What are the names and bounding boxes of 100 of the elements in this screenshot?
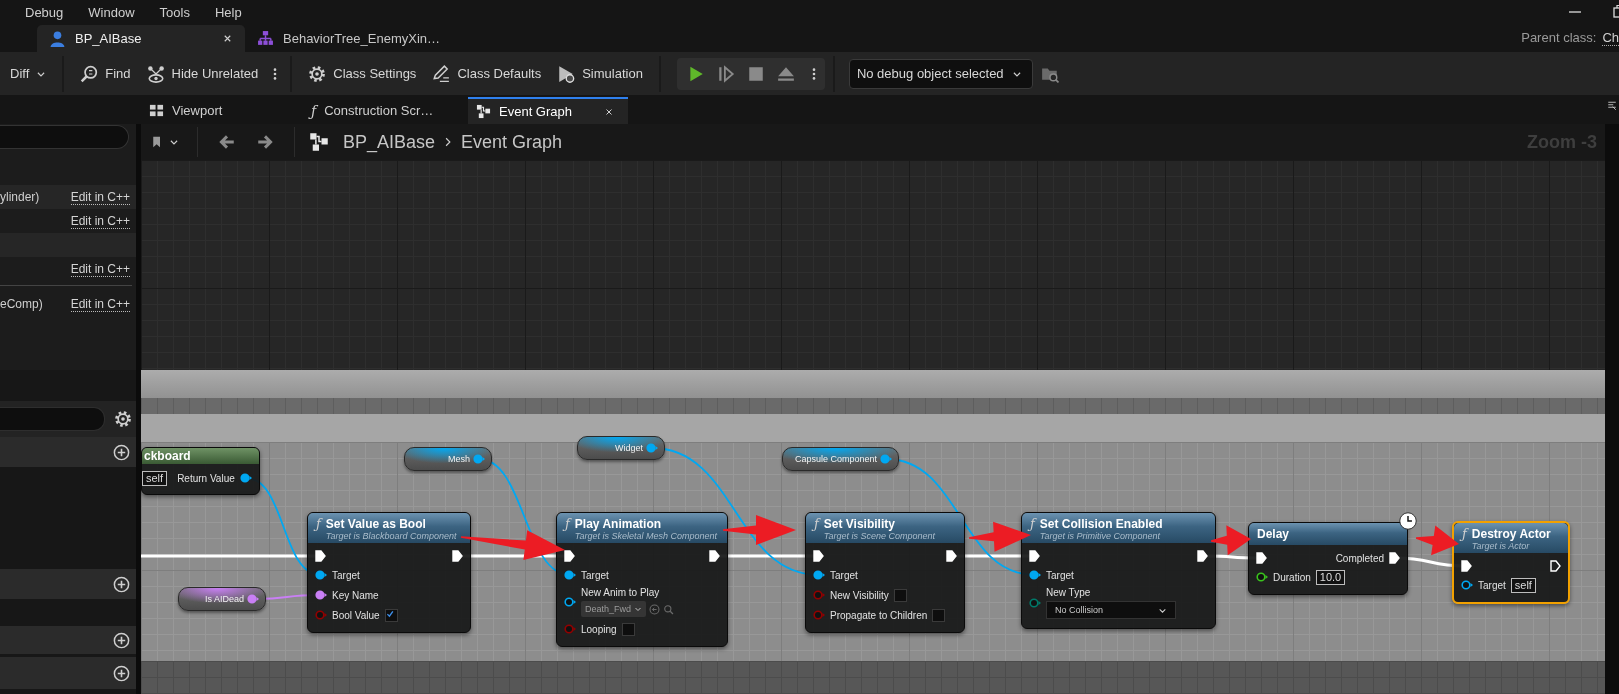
exec-pin-icon[interactable] [1550,560,1561,572]
node-eye-icon [146,64,165,83]
search-field[interactable] [0,125,129,149]
graph-node[interactable]: ƒ Destroy Actor Target is Actor Target self [1452,521,1570,604]
exec-pin-icon[interactable] [315,550,326,562]
value-field[interactable]: self [1510,577,1536,593]
add-icon[interactable] [113,575,130,593]
variable-node[interactable]: Is AIDead [178,587,266,611]
edit-link[interactable]: Edit in C++ [70,213,130,229]
graph-tab[interactable]: ƒ Construction Scr… [303,97,463,124]
menu-item[interactable]: Tools [159,4,190,20]
add-icon[interactable] [113,443,130,461]
annotation-arrow [1211,525,1251,556]
exec-pin-icon[interactable] [1389,552,1400,564]
node-title: Play Animation [574,516,663,531]
caret-icon[interactable] [169,137,179,147]
pin-label: Target [1478,579,1506,591]
pin-icon[interactable] [1461,580,1473,590]
document-tab[interactable]: BehaviorTree_EnemyXin… [245,25,449,52]
toolbar-button[interactable]: Class Settings [300,58,425,89]
forward-arrow-icon[interactable] [256,133,274,151]
menu-item[interactable]: Debug [25,4,64,20]
variable-node[interactable]: Mesh [404,447,492,471]
node-title: Set Collision Enabled [1039,516,1164,531]
use-selected-icon[interactable] [649,603,661,615]
pin-label: Target [581,569,609,581]
graph-node[interactable]: ckboard self Return Value [141,447,260,495]
pin-icon[interactable] [564,570,576,580]
asset-dropdown[interactable]: Death_Fwd [581,601,647,617]
edit-link[interactable]: Edit in C++ [70,261,130,277]
exec-pin-icon[interactable] [1029,550,1040,562]
person-icon [49,30,66,47]
pin-icon[interactable] [315,570,327,580]
graph-node[interactable]: ƒ Play Animation Target is Skeletal Mesh Component Target New Anim to Play Death_Fwd Looping [556,512,728,647]
dropdown[interactable]: No Collision [1046,601,1176,619]
back-arrow-icon[interactable] [218,133,236,151]
toolbar-button[interactable]: Diff [0,58,55,89]
graph-node[interactable]: ƒ Set Value as Bool Target is Blackboard Component Target Key Name Bool Value [307,512,471,633]
pin-icon[interactable] [813,570,825,580]
bookmark-icon[interactable] [151,134,163,150]
exec-pin-icon[interactable] [452,550,463,562]
breadcrumb-item[interactable]: Event Graph [461,131,563,153]
pin-icon[interactable] [315,590,327,600]
node-graph-icon [476,104,491,119]
toolbar-button[interactable]: Simulation [549,58,651,89]
variable-node[interactable]: Widget [577,436,665,460]
variable-label: Is AIDead [204,594,244,604]
menu-item[interactable]: Help [214,4,242,20]
pin-icon[interactable] [564,597,576,607]
graph-tab[interactable]: Event Graph [468,97,628,124]
restore-icon[interactable] [1612,4,1619,20]
parent-class-link[interactable]: Ch [1602,30,1619,46]
toolbar-button[interactable]: Hide Unrelated [138,58,267,89]
checkbox[interactable] [621,622,635,636]
value-field[interactable]: 10.0 [1315,569,1346,585]
add-icon[interactable] [113,631,130,649]
pin-icon[interactable] [1256,572,1268,582]
pin-icon[interactable] [1029,570,1041,580]
toolbar-button[interactable]: Find [72,58,139,89]
add-icon[interactable] [113,664,130,682]
close-icon[interactable] [604,106,614,117]
node-title: Set Visibility [823,516,896,531]
exec-pin-icon[interactable] [1197,550,1208,562]
exec-pin-icon[interactable] [709,550,720,562]
checkbox[interactable] [893,588,907,602]
pin-icon[interactable] [239,473,252,483]
node-graph-icon [309,132,329,152]
document-tab[interactable]: BP_AIBase [37,25,245,52]
pin-label: Looping [581,623,617,635]
variable-node[interactable]: Capsule Component [782,447,900,471]
graph-node[interactable]: ƒ Set Visibility Target is Scene Component Target New Visibility Propagate to Children [805,512,965,633]
value-field[interactable]: self [142,470,168,486]
debug-object-dropdown[interactable]: No debug object selected [848,58,1033,89]
graph-tab[interactable]: Viewport [141,97,301,124]
menu-item[interactable]: Window [88,4,135,20]
settings-icon[interactable] [114,410,132,428]
settings-icon [308,64,327,83]
search-icon[interactable] [663,603,675,615]
tree-icon [257,30,274,47]
exec-pin-icon[interactable] [1461,560,1472,572]
checkbox[interactable] [932,608,946,622]
exec-pin-icon[interactable] [813,550,824,562]
graph-node[interactable]: ƒ Set Collision Enabled Target is Primitive Component Target New Type No Collision [1021,512,1216,629]
panel-icon[interactable] [1607,99,1617,113]
search-field[interactable] [0,407,105,431]
close-icon[interactable] [222,33,233,44]
find-icon [80,64,99,83]
pin-label: New Type [1046,587,1091,598]
breadcrumb-item[interactable]: BP_AIBase [343,131,436,153]
exec-pin-icon[interactable] [1256,552,1267,564]
pin-label: Target [332,569,360,581]
toolbar-button[interactable]: Class Defaults [424,58,550,89]
checkbox[interactable] [384,608,398,622]
edit-link[interactable]: Edit in C++ [70,189,130,205]
graph-node[interactable]: Delay Completed Duration 10.0 [1248,522,1408,595]
pin-label: Target [830,569,858,581]
exec-pin-icon[interactable] [946,550,957,562]
edit-link[interactable]: Edit in C++ [70,296,130,312]
node-title: Destroy Actor [1471,526,1552,541]
pin-icon[interactable] [1029,598,1041,608]
